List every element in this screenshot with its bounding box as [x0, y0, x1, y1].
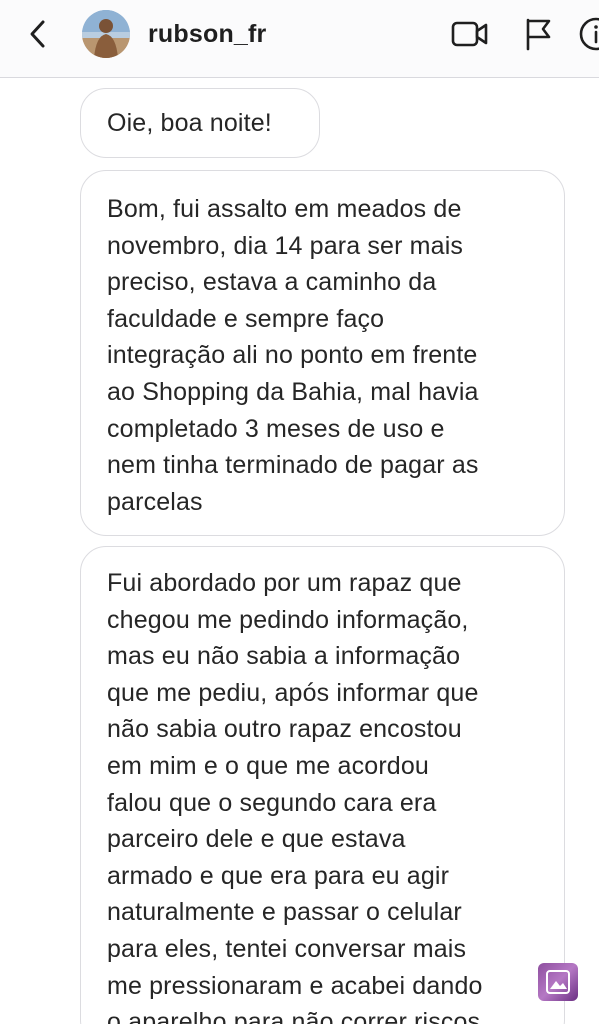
- dm-conversation-screen: rubson_fr Oie, boa noite! Bom, fui assal…: [0, 0, 599, 1024]
- corner-image-icon: [538, 963, 578, 1001]
- video-call-icon[interactable]: [450, 14, 490, 54]
- message-bubble[interactable]: Oie, boa noite!: [80, 88, 320, 158]
- info-icon[interactable]: [576, 14, 599, 54]
- message-bubble[interactable]: Bom, fui assalto em meados de novembro, …: [80, 170, 565, 536]
- back-arrow-icon[interactable]: [18, 14, 58, 54]
- avatar[interactable]: [82, 10, 130, 58]
- conversation-header: rubson_fr: [0, 0, 599, 78]
- message-bubble[interactable]: Fui abordado por um rapaz que chegou me …: [80, 546, 565, 1024]
- username[interactable]: rubson_fr: [148, 20, 266, 49]
- flag-icon[interactable]: [518, 14, 558, 54]
